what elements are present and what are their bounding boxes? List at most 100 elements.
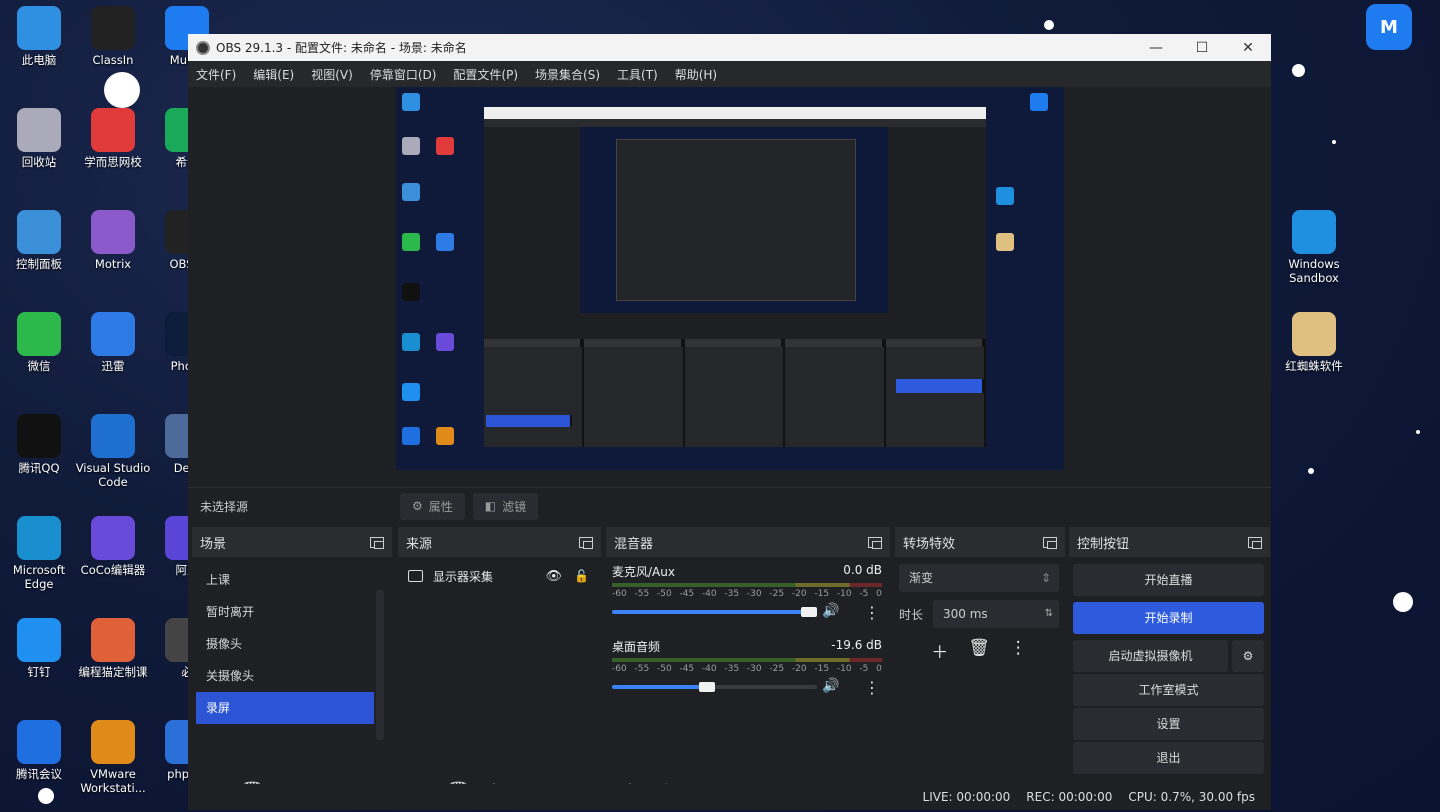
start-streaming-button[interactable]: 开始直播 bbox=[1073, 564, 1264, 596]
source-label: 显示器采集 bbox=[433, 569, 494, 584]
lock-icon[interactable]: 🔓 bbox=[574, 569, 589, 583]
preview-desktop-icon bbox=[402, 427, 420, 445]
desktop-icon[interactable]: VMware Workstati... bbox=[74, 720, 152, 795]
no-source-selected-label: 未选择源 bbox=[200, 499, 249, 514]
virtual-camera-settings-gear-icon[interactable]: ⚙ bbox=[1232, 640, 1264, 672]
more-options-icon[interactable]: ⋮ bbox=[864, 603, 880, 622]
transition-select[interactable]: 渐变 ⇕ bbox=[899, 564, 1059, 592]
scene-item-selected[interactable]: 录屏 bbox=[196, 692, 374, 724]
scenes-scrollbar[interactable] bbox=[376, 590, 384, 740]
volume-slider[interactable]: 🔊 ⋮ bbox=[612, 678, 882, 697]
desktop-icon-label: 钉钉 bbox=[27, 665, 51, 679]
menu-edit[interactable]: 编辑(E) bbox=[253, 66, 294, 83]
undock-icon[interactable] bbox=[1248, 536, 1262, 549]
undock-icon[interactable] bbox=[579, 536, 593, 549]
desktop-icon-label: 腾讯QQ bbox=[18, 461, 60, 475]
rec-status: REC: 00:00:00 bbox=[1026, 790, 1113, 804]
undock-icon[interactable] bbox=[868, 536, 882, 549]
app-icon bbox=[1292, 312, 1336, 356]
studio-mode-button[interactable]: 工作室模式 bbox=[1073, 674, 1264, 706]
desktop-icon[interactable]: 腾讯QQ bbox=[0, 414, 78, 475]
spin-arrows-icon[interactable]: ⇅ bbox=[1045, 600, 1053, 628]
star bbox=[1308, 468, 1314, 474]
visibility-eye-icon[interactable]: 👁 bbox=[546, 569, 563, 584]
desktop-icon-label: 学而思网校 bbox=[84, 155, 142, 169]
slider-knob[interactable] bbox=[699, 682, 715, 692]
menu-docks[interactable]: 停靠窗口(D) bbox=[370, 66, 437, 83]
desktop-icon[interactable]: 此电脑 bbox=[0, 6, 78, 67]
desktop-icon[interactable]: 钉钉 bbox=[0, 618, 78, 679]
star bbox=[1332, 140, 1336, 144]
desktop-icon[interactable]: 编程猫定制课 bbox=[74, 618, 152, 679]
gear-icon: ⚙ bbox=[412, 499, 423, 513]
desktop-icon-label: 腾讯会议 bbox=[16, 767, 62, 781]
filter-icon: ◧ bbox=[484, 499, 497, 513]
mumu-tray-icon[interactable]: M bbox=[1366, 4, 1412, 50]
volume-meter bbox=[612, 583, 882, 587]
add-transition-button[interactable]: ＋ bbox=[931, 638, 948, 663]
undock-icon[interactable] bbox=[1043, 536, 1057, 549]
speaker-icon[interactable]: 🔊 bbox=[822, 603, 839, 619]
desktop-icon[interactable]: 学而思网校 bbox=[74, 108, 152, 169]
exit-button[interactable]: 退出 bbox=[1073, 742, 1264, 774]
desktop-icon[interactable]: Microsoft Edge bbox=[0, 516, 78, 591]
menu-file[interactable]: 文件(F) bbox=[196, 66, 236, 83]
app-icon bbox=[91, 720, 135, 764]
meter-tick-label: -30 bbox=[746, 664, 762, 674]
desktop-icon[interactable]: 微信 bbox=[0, 312, 78, 373]
start-virtual-camera-button[interactable]: 启动虚拟摄像机 bbox=[1073, 640, 1228, 672]
filters-button[interactable]: ◧ 滤镜 bbox=[472, 492, 539, 520]
slider-knob[interactable] bbox=[801, 607, 817, 617]
remove-transition-button[interactable]: 🗑 bbox=[968, 638, 990, 663]
source-item[interactable]: 显示器采集 👁 🔓 bbox=[398, 558, 601, 594]
transition-menu-button[interactable]: ⋮ bbox=[1010, 638, 1027, 663]
desktop-icon[interactable]: 控制面板 bbox=[0, 210, 78, 271]
menu-tools[interactable]: 工具(T) bbox=[617, 66, 658, 83]
app-icon bbox=[91, 516, 135, 560]
meter-tick-label: -30 bbox=[746, 589, 762, 599]
star bbox=[1393, 592, 1413, 612]
desktop-icon[interactable]: Motrix bbox=[74, 210, 152, 271]
menu-scene-collection[interactable]: 场景集合(S) bbox=[535, 66, 600, 83]
scene-item[interactable]: 摄像头 bbox=[196, 628, 374, 660]
scene-item[interactable]: 上课 bbox=[196, 564, 374, 596]
scene-item[interactable]: 关摄像头 bbox=[196, 660, 374, 692]
app-icon bbox=[17, 618, 61, 662]
obs-window: OBS 29.1.3 - 配置文件: 未命名 - 场景: 未命名 — ☐ ✕ 文… bbox=[188, 34, 1271, 810]
meter-tick-label: 0 bbox=[876, 589, 882, 599]
menu-help[interactable]: 帮助(H) bbox=[675, 66, 717, 83]
desktop-icon[interactable]: 红蜘蛛软件 bbox=[1275, 312, 1353, 373]
meter-tick-label: -10 bbox=[836, 589, 852, 599]
undock-icon[interactable] bbox=[370, 536, 384, 549]
desktop-icon-label: 回收站 bbox=[21, 155, 57, 169]
scene-item[interactable]: 暂时离开 bbox=[196, 596, 374, 628]
minimize-button[interactable]: — bbox=[1133, 40, 1179, 56]
menu-view[interactable]: 视图(V) bbox=[311, 66, 353, 83]
desktop-icon[interactable]: Visual Studio Code bbox=[74, 414, 152, 489]
preview-canvas[interactable] bbox=[396, 87, 1064, 470]
meter-tick-label: -40 bbox=[701, 664, 717, 674]
desktop-icon-label: Motrix bbox=[94, 257, 132, 271]
desktop-icon[interactable]: Windows Sandbox bbox=[1275, 210, 1353, 285]
settings-button[interactable]: 设置 bbox=[1073, 708, 1264, 740]
maximize-button[interactable]: ☐ bbox=[1179, 40, 1225, 56]
duration-spinbox[interactable]: 300 ms ⇅ bbox=[933, 600, 1059, 628]
meter-tick-label: -10 bbox=[836, 664, 852, 674]
properties-button[interactable]: ⚙ 属性 bbox=[400, 492, 465, 520]
title-bar: OBS 29.1.3 - 配置文件: 未命名 - 场景: 未命名 — ☐ ✕ bbox=[188, 34, 1271, 61]
desktop-icon[interactable]: CoCo编辑器 bbox=[74, 516, 152, 577]
speaker-icon[interactable]: 🔊 bbox=[822, 678, 839, 694]
close-button[interactable]: ✕ bbox=[1225, 40, 1271, 56]
desktop-icon[interactable]: 腾讯会议 bbox=[0, 720, 78, 781]
menu-profile[interactable]: 配置文件(P) bbox=[453, 66, 518, 83]
meter-tick-label: -60 bbox=[612, 589, 627, 599]
desktop-icon[interactable]: ClassIn bbox=[74, 6, 152, 67]
more-options-icon[interactable]: ⋮ bbox=[864, 678, 880, 697]
desktop-icon-label: CoCo编辑器 bbox=[80, 563, 146, 577]
desktop-icon-label: 迅雷 bbox=[101, 359, 125, 373]
volume-slider[interactable]: 🔊 ⋮ bbox=[612, 603, 882, 622]
desktop-icon-label: 此电脑 bbox=[21, 53, 57, 67]
desktop-icon[interactable]: 回收站 bbox=[0, 108, 78, 169]
start-recording-button[interactable]: 开始录制 bbox=[1073, 602, 1264, 634]
desktop-icon[interactable]: 迅雷 bbox=[74, 312, 152, 373]
